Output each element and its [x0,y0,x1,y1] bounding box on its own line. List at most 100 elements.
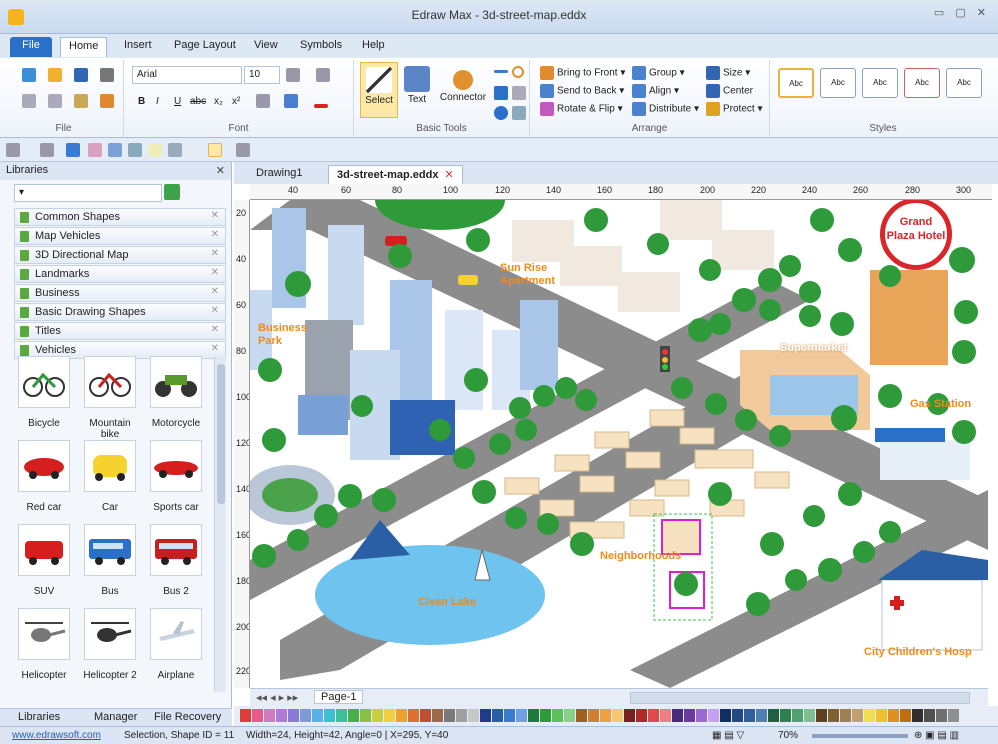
zoom-controls[interactable]: ⊕ ▣ ▤ ▥ [914,730,959,741]
redo-icon[interactable] [40,143,54,157]
color-swatch[interactable] [408,709,419,722]
undo-icon[interactable] [6,143,20,157]
underline-button[interactable]: U [174,96,181,107]
page-nav-icons[interactable]: ◂◂ ◂ ▸ ▸▸ [256,691,298,704]
library-category[interactable]: Titles ✕ [14,322,226,340]
shape-gallery-scrollbar[interactable] [214,356,226,692]
zoom-slider[interactable] [812,734,908,738]
font-color-icon[interactable] [314,94,328,108]
tab-view[interactable]: View [246,37,286,57]
shape-suv[interactable]: SUV [14,524,74,606]
color-swatch[interactable] [444,709,455,722]
color-swatch[interactable] [600,709,611,722]
color-swatch[interactable] [732,709,743,722]
color-swatch[interactable] [336,709,347,722]
bullets-icon[interactable] [316,68,330,82]
color-swatch[interactable] [588,709,599,722]
color-swatch[interactable] [504,709,515,722]
paste-icon[interactable] [74,94,88,108]
copy-icon[interactable] [48,94,62,108]
color-swatch[interactable] [900,709,911,722]
color-swatch[interactable] [276,709,287,722]
library-category[interactable]: Business ✕ [14,284,226,302]
color-swatch[interactable] [828,709,839,722]
color-swatch[interactable] [492,709,503,722]
new-icon[interactable] [22,68,36,82]
connector-tool-button[interactable]: Connector [438,62,488,118]
library-category[interactable]: 3D Directional Map ✕ [14,246,226,264]
select-tool-button[interactable]: Select [360,62,398,118]
color-swatch[interactable] [888,709,899,722]
library-category[interactable]: Landmarks ✕ [14,265,226,283]
color-swatch[interactable] [324,709,335,722]
shape-motorcycle[interactable]: Motorcycle [146,356,206,438]
font-size-select[interactable]: 10 [244,66,280,84]
color-swatch[interactable] [816,709,827,722]
color-swatch[interactable] [684,709,695,722]
horizontal-scrollbar[interactable] [630,692,970,704]
color-swatch[interactable] [516,709,527,722]
close-tab-icon[interactable]: ✕ [444,169,453,181]
bold-button[interactable]: B [138,96,145,107]
color-swatch[interactable] [624,709,635,722]
library-go-button[interactable] [164,184,180,200]
color-swatch[interactable] [936,709,947,722]
tab-help[interactable]: Help [354,37,393,57]
style-swatch-3[interactable]: Abc [862,68,898,98]
scrollbar-thumb[interactable] [217,364,225,504]
superscript-button[interactable]: x² [232,96,240,107]
line-spacing-icon[interactable] [256,94,270,108]
color-swatch[interactable] [264,709,275,722]
color-swatch[interactable] [384,709,395,722]
color-swatch[interactable] [300,709,311,722]
color-swatch[interactable] [948,709,959,722]
color-swatch[interactable] [660,709,671,722]
color-swatch[interactable] [720,709,731,722]
color-swatch[interactable] [540,709,551,722]
color-swatch[interactable] [696,709,707,722]
color-swatch[interactable] [768,709,779,722]
tab-page-layout[interactable]: Page Layout [166,37,244,57]
doc-tab-drawing1[interactable]: Drawing1 [248,165,310,184]
close-libraries-icon[interactable]: ✕ [216,164,225,177]
color-swatch[interactable] [360,709,371,722]
cut-icon[interactable] [22,94,36,108]
shape-bus[interactable]: Bus [80,524,140,606]
grid-icon[interactable] [236,143,250,157]
group-button[interactable]: Group ▾ [632,66,685,80]
image-icon[interactable] [108,143,122,157]
italic-button[interactable]: I [156,96,159,107]
cross-tool-icon[interactable] [512,86,526,100]
color-swatch[interactable] [468,709,479,722]
arc-tool-icon[interactable] [512,66,524,78]
page-tab[interactable]: Page-1 [314,690,364,704]
size-button[interactable]: Size ▾ [706,66,750,80]
style-swatch-1[interactable]: Abc [778,68,814,98]
color-swatch[interactable] [636,709,647,722]
color-swatch[interactable] [564,709,575,722]
style-swatch-2[interactable]: Abc [820,68,856,98]
library-category[interactable]: Basic Drawing Shapes ✕ [14,303,226,321]
color-swatch[interactable] [576,709,587,722]
save-icon[interactable] [74,68,88,82]
color-swatch[interactable] [840,709,851,722]
color-swatch[interactable] [924,709,935,722]
color-swatch[interactable] [288,709,299,722]
color-swatch[interactable] [672,709,683,722]
center-button[interactable]: Center [706,84,753,98]
connector-mode-icon[interactable] [208,143,222,157]
style-swatch-4[interactable]: Abc [904,68,940,98]
shape-helicopter[interactable]: Helicopter [14,608,74,690]
color-swatch[interactable] [252,709,263,722]
color-swatch[interactable] [312,709,323,722]
distribute-button[interactable]: Distribute ▾ [632,102,699,116]
line-tool-icon[interactable] [494,66,508,77]
color-swatch[interactable] [792,709,803,722]
color-swatch[interactable] [708,709,719,722]
tab-insert[interactable]: Insert [116,37,160,57]
website-link[interactable]: www.edrawsoft.com [12,730,101,741]
doc-tab-street-map[interactable]: 3d-street-map.eddx ✕ [328,165,463,184]
color-swatch[interactable] [912,709,923,722]
document-icon[interactable] [148,143,162,157]
print-icon[interactable] [100,68,114,82]
